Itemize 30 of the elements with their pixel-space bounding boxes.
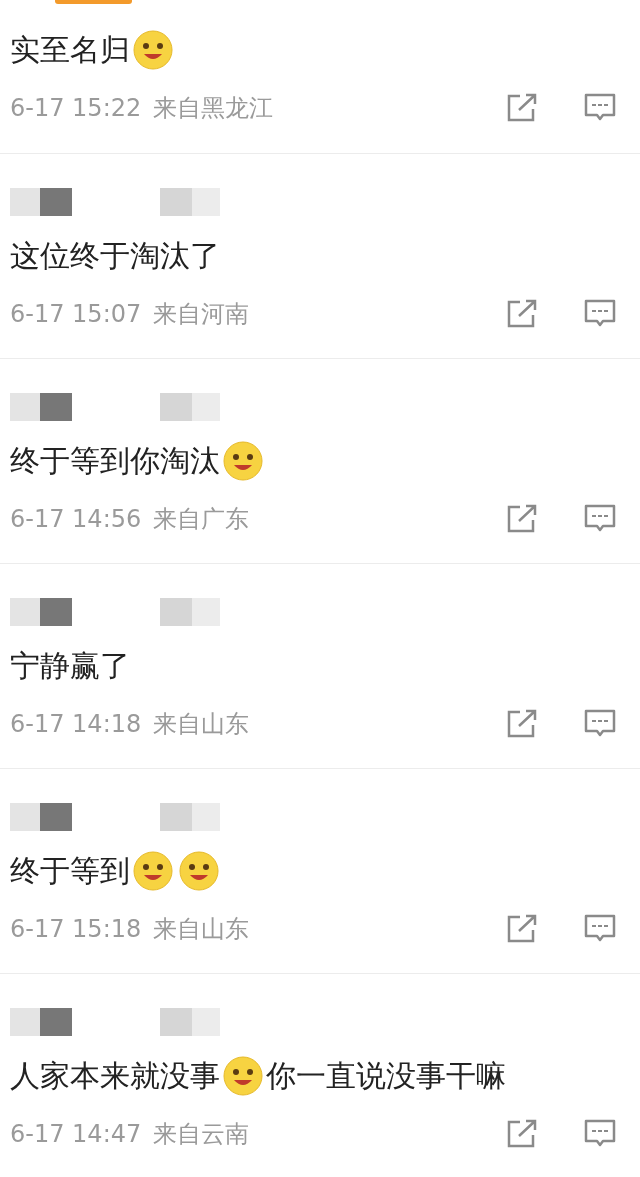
comment-location: 来自山东: [153, 914, 250, 945]
comment-text: 终于等到你淘汰: [10, 441, 220, 480]
comment-text: 人家本来就没事: [10, 1056, 220, 1095]
share-icon[interactable]: [506, 504, 538, 534]
smiley-emoji-icon: [132, 29, 174, 71]
comment-time: 6-17 14:56: [10, 505, 142, 533]
smiley-emoji-icon: [178, 850, 220, 892]
comment-time: 6-17 15:18: [10, 915, 142, 943]
share-icon[interactable]: [506, 299, 538, 329]
comment-location: 来自云南: [153, 1119, 250, 1150]
smiley-emoji-icon: [222, 440, 264, 482]
smiley-emoji-icon: [132, 850, 174, 892]
share-icon[interactable]: [506, 1119, 538, 1149]
comment-location: 来自山东: [153, 709, 250, 740]
comment-location: 来自河南: [153, 299, 250, 330]
comment-location: 来自黑龙江: [153, 93, 274, 124]
share-icon[interactable]: [506, 93, 538, 123]
comment-time: 6-17 15:07: [10, 300, 142, 328]
comment-time: 6-17 15:22: [10, 94, 142, 122]
share-icon[interactable]: [506, 709, 538, 739]
comment-text: 你一直说没事干嘛: [266, 1056, 506, 1095]
share-icon[interactable]: [506, 914, 538, 944]
comment-text: 终于等到: [10, 851, 130, 890]
comment-text: 宁静赢了: [10, 646, 130, 685]
comment-text: 这位终于淘汰了: [10, 236, 220, 275]
comment-text: 实至名归: [10, 30, 130, 69]
smiley-emoji-icon: [222, 1055, 264, 1097]
comment-location: 来自广东: [153, 504, 250, 535]
comment-time: 6-17 14:47: [10, 1120, 142, 1148]
comment-time: 6-17 14:18: [10, 710, 142, 738]
